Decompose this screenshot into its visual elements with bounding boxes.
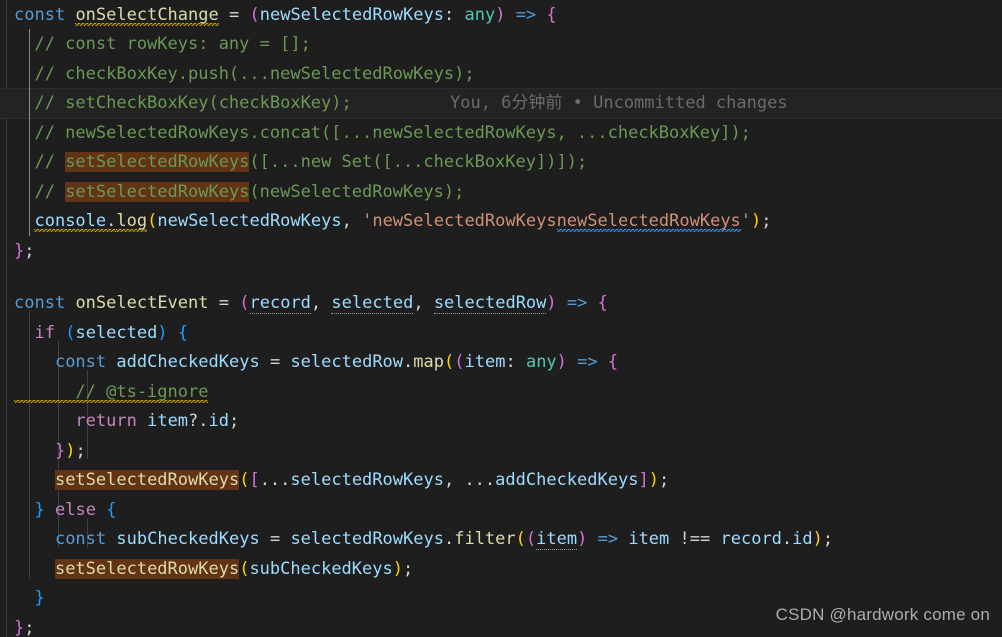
code-line[interactable]: const addCheckedKeys = selectedRow.map((… [0,348,1002,378]
search-match-highlight: setSelectedRowKeys [65,152,250,172]
code-line[interactable]: const onSelectChange = (newSelectedRowKe… [0,1,1002,31]
code-line[interactable]: const onSelectEvent = (record, selected,… [0,289,1002,319]
search-match-highlight: setSelectedRowKeys [65,182,250,202]
code-line[interactable]: }; [0,237,1002,267]
csdn-watermark: CSDN @hardwork come on [775,605,990,625]
search-match-highlight: setSelectedRowKeys [54,470,240,490]
code-editor[interactable]: const onSelectChange = (newSelectedRowKe… [0,0,1002,637]
code-line[interactable]: // @ts-ignore [0,378,1002,408]
code-line[interactable]: setSelectedRowKeys(subCheckedKeys); [0,555,1002,585]
code-line[interactable]: if (selected) { [0,319,1002,349]
code-line[interactable]: } else { [0,496,1002,526]
code-line[interactable]: // newSelectedRowKeys.concat([...newSele… [0,119,1002,149]
code-line[interactable]: // const rowKeys: any = []; [0,30,1002,60]
code-line[interactable]: // setSelectedRowKeys(newSelectedRowKeys… [0,178,1002,208]
code-content[interactable]: const onSelectChange = (newSelectedRowKe… [0,0,1002,637]
git-blame-annotation: You, 6分钟前 • Uncommitted changes [450,93,788,113]
code-line[interactable]: return item?.id; [0,407,1002,437]
code-line[interactable]: }); [0,437,1002,467]
search-match-highlight: setSelectedRowKeys [54,559,240,579]
code-line[interactable]: console.log(newSelectedRowKeys, 'newSele… [0,207,1002,237]
code-line[interactable]: // setSelectedRowKeys([...new Set([...ch… [0,148,1002,178]
code-line[interactable]: // checkBoxKey.push(...newSelectedRowKey… [0,60,1002,90]
code-line[interactable]: const subCheckedKeys = selectedRowKeys.f… [0,525,1002,555]
code-line[interactable]: setSelectedRowKeys([...selectedRowKeys, … [0,466,1002,496]
